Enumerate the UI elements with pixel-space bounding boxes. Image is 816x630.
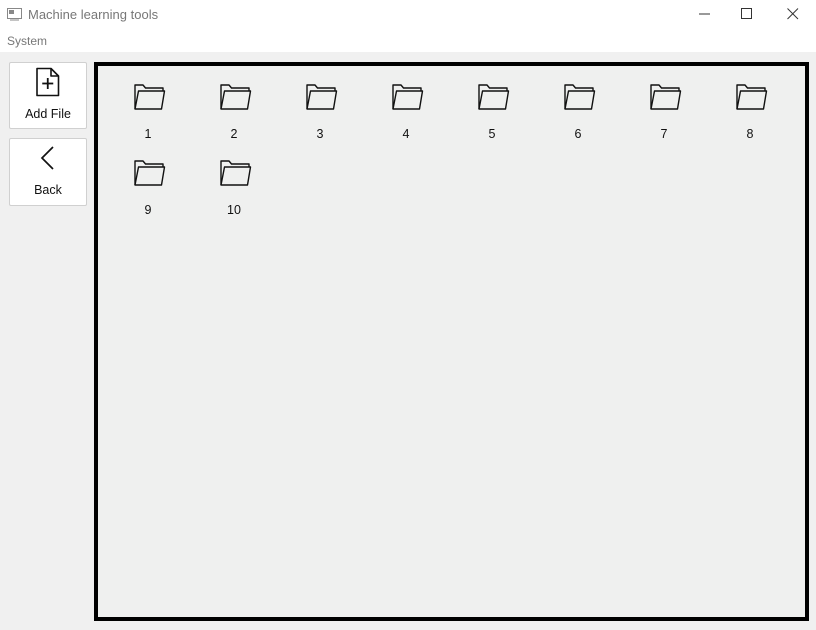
maximize-icon <box>741 8 752 19</box>
folder-label: 9 <box>144 203 152 217</box>
folder-label: 8 <box>746 127 754 141</box>
folder-icon <box>220 84 252 110</box>
title-bar: Machine learning tools <box>0 0 816 30</box>
menu-bar: System <box>0 30 816 52</box>
folder-item[interactable]: 9 <box>116 148 180 217</box>
folder-icon <box>220 160 252 186</box>
add-file-button[interactable]: Add File <box>9 62 87 129</box>
folder-icon <box>134 160 166 186</box>
folder-item[interactable]: 2 <box>202 72 266 141</box>
folder-icon <box>478 84 510 110</box>
folder-label: 4 <box>402 127 410 141</box>
folder-item[interactable]: 3 <box>288 72 352 141</box>
folder-icon <box>736 84 768 110</box>
folder-item[interactable]: 8 <box>718 72 782 141</box>
window-title: Machine learning tools <box>28 7 159 22</box>
folder-item[interactable]: 5 <box>460 72 524 141</box>
close-button[interactable] <box>770 0 816 30</box>
folder-label: 10 <box>227 203 241 217</box>
close-icon <box>787 8 799 20</box>
folder-label: 5 <box>488 127 496 141</box>
folder-icon <box>392 84 424 110</box>
minimize-icon <box>699 13 710 15</box>
folder-item[interactable]: 10 <box>202 148 266 217</box>
folder-label: 2 <box>230 127 238 141</box>
folder-label: 1 <box>144 127 152 141</box>
folder-item[interactable]: 7 <box>632 72 696 141</box>
folder-icon <box>306 84 338 110</box>
folder-item[interactable]: 6 <box>546 72 610 141</box>
back-label: Back <box>34 183 62 197</box>
folder-label: 6 <box>574 127 582 141</box>
folder-icon <box>650 84 682 110</box>
back-button[interactable]: Back <box>9 138 87 206</box>
app-window: Machine learning tools System Add File B… <box>0 0 816 630</box>
folder-label: 7 <box>660 127 668 141</box>
maximize-button[interactable] <box>724 0 770 30</box>
folder-icon <box>564 84 596 110</box>
add-file-label: Add File <box>25 107 71 121</box>
folder-item[interactable]: 4 <box>374 72 438 141</box>
chevron-left-icon <box>10 145 86 178</box>
folder-icon <box>134 84 166 110</box>
app-window-icon <box>7 8 23 21</box>
file-plus-icon <box>10 67 86 102</box>
minimize-button[interactable] <box>682 0 728 30</box>
folder-item[interactable]: 1 <box>116 72 180 141</box>
folder-label: 3 <box>316 127 324 141</box>
folder-grid: 1 2 3 4 5 6 7 8 9 10 <box>94 62 809 621</box>
menu-system[interactable]: System <box>7 34 47 48</box>
